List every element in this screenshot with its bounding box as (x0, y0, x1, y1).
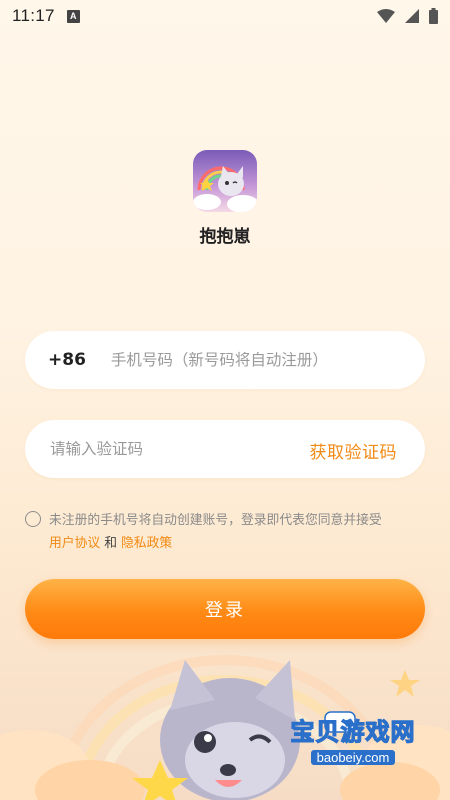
site-watermark: 宝贝游戏网 baobeiy.com (278, 712, 428, 766)
signal-icon (405, 9, 419, 23)
status-icons (377, 8, 438, 24)
verification-code-input[interactable] (50, 440, 270, 458)
status-time: 11:17 (12, 6, 55, 25)
privacy-policy-link[interactable]: 隐私政策 (121, 536, 172, 551)
agree-radio[interactable] (25, 511, 41, 527)
notification-a-icon: A (66, 9, 80, 23)
app-name: 抱抱崽 (199, 227, 251, 247)
decorative-scene (0, 620, 450, 800)
wifi-icon (377, 9, 395, 23)
phone-input[interactable] (110, 351, 391, 369)
battery-icon (429, 8, 438, 24)
agreement-section: 未注册的手机号将自动创建账号，登录即代表您同意并接受 用户协议和隐私政策 (25, 509, 430, 555)
verification-code-field[interactable]: 获取验证码 (25, 420, 425, 478)
country-code-selector[interactable]: +86 (48, 350, 86, 370)
agreement-and: 和 (104, 536, 117, 551)
agreement-text: 未注册的手机号将自动创建账号，登录即代表您同意并接受 (49, 513, 382, 528)
agreement-text-block: 未注册的手机号将自动创建账号，登录即代表您同意并接受 用户协议和隐私政策 (25, 509, 430, 555)
watermark-title: 宝贝游戏网 (290, 717, 416, 746)
get-code-button[interactable]: 获取验证码 (310, 438, 398, 463)
watermark-url: baobeiy.com (310, 750, 396, 765)
status-bar: 11:17 A (0, 0, 450, 32)
user-agreement-link[interactable]: 用户协议 (49, 536, 100, 551)
phone-field[interactable]: +86 (25, 331, 425, 389)
app-logo-icon (193, 150, 257, 212)
